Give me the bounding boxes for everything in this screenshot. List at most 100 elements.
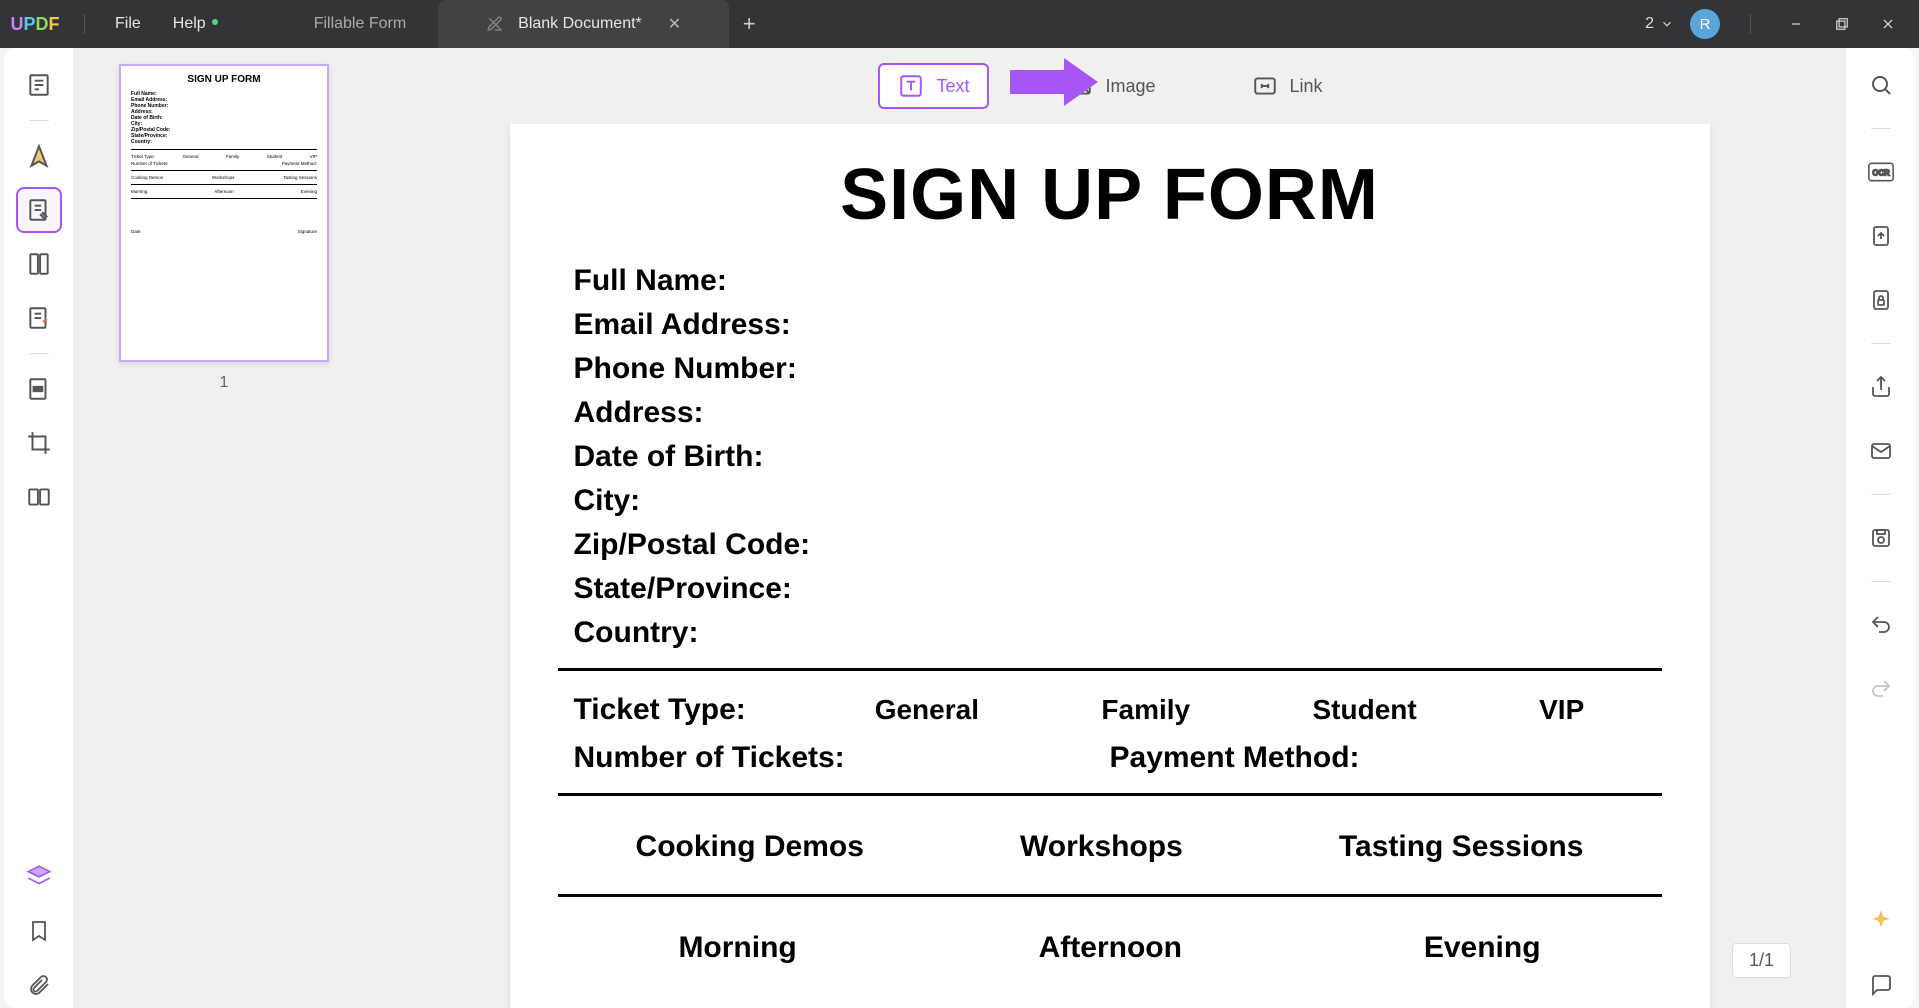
separator (1871, 581, 1891, 582)
thumbnail-page-number: 1 (220, 374, 229, 392)
bookmark-button[interactable] (16, 908, 62, 954)
crop-tool[interactable] (16, 420, 62, 466)
svg-text:OCR: OCR (1872, 168, 1890, 177)
field-city: City: (574, 484, 1662, 518)
text-tool-button[interactable]: Text (878, 63, 989, 109)
share-button[interactable] (1858, 364, 1904, 410)
protect-button[interactable] (1858, 277, 1904, 323)
sessions-row: Cooking Demos Workshops Tasting Sessions (558, 818, 1662, 876)
form-icon (26, 305, 52, 331)
thumb-text: Tasting Sessions (283, 175, 317, 180)
close-button[interactable] (1873, 9, 1903, 39)
title-bar: UPDF File Help Fillable Form Blank Docum… (0, 0, 1919, 48)
page-scroll[interactable]: SIGN UP FORM Full Name: Email Address: P… (374, 124, 1845, 1008)
tool-label: Link (1290, 76, 1323, 97)
email-button[interactable] (1858, 428, 1904, 474)
field-address: Address: (574, 396, 1662, 430)
attachment-button[interactable] (16, 962, 62, 1008)
layers-icon (26, 864, 52, 890)
thumb-text: Ticket Type: (131, 154, 155, 159)
separator (1871, 494, 1891, 495)
redo-button[interactable] (1858, 666, 1904, 712)
menu-file[interactable]: File (99, 15, 157, 33)
thumb-text: VIP (310, 154, 317, 159)
option-student: Student (1313, 694, 1417, 726)
minimize-button[interactable] (1781, 9, 1811, 39)
times-row: Morning Afternoon Evening (558, 919, 1662, 977)
minimize-icon (1789, 17, 1803, 31)
redact-tool[interactable] (16, 366, 62, 412)
ticket-type-label: Ticket Type: (574, 693, 814, 727)
separator (29, 120, 49, 121)
edit-tool[interactable] (16, 187, 62, 233)
layers-button[interactable] (16, 854, 62, 900)
search-button[interactable] (1858, 62, 1904, 108)
organize-tool[interactable] (16, 241, 62, 287)
field-country: Country: (574, 616, 1662, 650)
ticket-options: General Family Student VIP (814, 694, 1646, 726)
divider (558, 668, 1662, 671)
thumb-text: Afternoon (214, 189, 234, 194)
link-tool-button[interactable]: Link (1234, 65, 1341, 107)
right-toolbar: OCR (1845, 48, 1915, 1008)
edit-page-icon (26, 197, 52, 223)
time-afternoon: Afternoon (1039, 931, 1182, 965)
pencil-icon (26, 143, 52, 169)
notification-dot-icon (212, 19, 218, 25)
comment-tool[interactable] (16, 133, 62, 179)
maximize-button[interactable] (1827, 9, 1857, 39)
compare-tool[interactable] (16, 474, 62, 520)
option-family: Family (1101, 694, 1190, 726)
reader-tool[interactable] (16, 62, 62, 108)
avatar[interactable]: R (1690, 9, 1720, 39)
thumbnail-panel: SIGN UP FORM Full Name: Email Address: P… (74, 48, 374, 1008)
divider (558, 894, 1662, 897)
tab-bar: Fillable Form Blank Document* ✕ + (282, 0, 1645, 48)
thumb-text: Evening (301, 189, 317, 194)
tool-label: Text (936, 76, 969, 97)
document-page[interactable]: SIGN UP FORM Full Name: Email Address: P… (510, 124, 1710, 1008)
convert-button[interactable] (1858, 213, 1904, 259)
compare-icon (26, 484, 52, 510)
main-area: SIGN UP FORM Full Name: Email Address: P… (4, 48, 1915, 1008)
option-general: General (875, 694, 979, 726)
ai-button[interactable] (1858, 898, 1904, 944)
thumb-text: Signature (298, 229, 317, 234)
page-icon (26, 72, 52, 98)
tab-fillable-form[interactable]: Fillable Form (282, 0, 438, 48)
paperclip-icon (27, 973, 51, 997)
separator (1871, 343, 1891, 344)
convert-icon (1869, 224, 1893, 248)
tab-label: Blank Document* (518, 15, 642, 33)
thumb-field: Country: (131, 139, 317, 145)
form-tool[interactable] (16, 295, 62, 341)
tab-blank-document[interactable]: Blank Document* ✕ (438, 0, 729, 48)
undo-icon (1869, 613, 1893, 637)
document-title: SIGN UP FORM (558, 154, 1662, 236)
field-zip: Zip/Postal Code: (574, 528, 1662, 562)
num-tickets-label: Number of Tickets: (574, 741, 1110, 775)
separator (29, 353, 49, 354)
save-button[interactable] (1858, 515, 1904, 561)
thumb-text: Morning (131, 189, 147, 194)
ocr-button[interactable]: OCR (1858, 149, 1904, 195)
chat-button[interactable] (1858, 962, 1904, 1008)
redo-icon (1869, 677, 1893, 701)
page-thumbnail[interactable]: SIGN UP FORM Full Name: Email Address: P… (119, 64, 329, 362)
edit-toolbar: Text Image Link (374, 48, 1845, 124)
crop-icon (26, 430, 52, 456)
left-toolbar (4, 48, 74, 1008)
notif-number: 2 (1645, 15, 1654, 33)
mail-icon (1869, 439, 1893, 463)
close-tab-icon[interactable]: ✕ (668, 14, 681, 34)
ticket-type-row: Ticket Type: General Family Student VIP (558, 693, 1662, 727)
time-morning: Morning (678, 931, 796, 965)
menu-help[interactable]: Help (157, 15, 222, 33)
undo-button[interactable] (1858, 602, 1904, 648)
add-tab-button[interactable]: + (729, 0, 769, 48)
field-phone: Phone Number: (574, 352, 1662, 386)
redact-icon (26, 376, 52, 402)
save-icon (1869, 526, 1893, 550)
thumb-text: Family (226, 154, 239, 159)
notification-count[interactable]: 2 (1645, 15, 1674, 33)
